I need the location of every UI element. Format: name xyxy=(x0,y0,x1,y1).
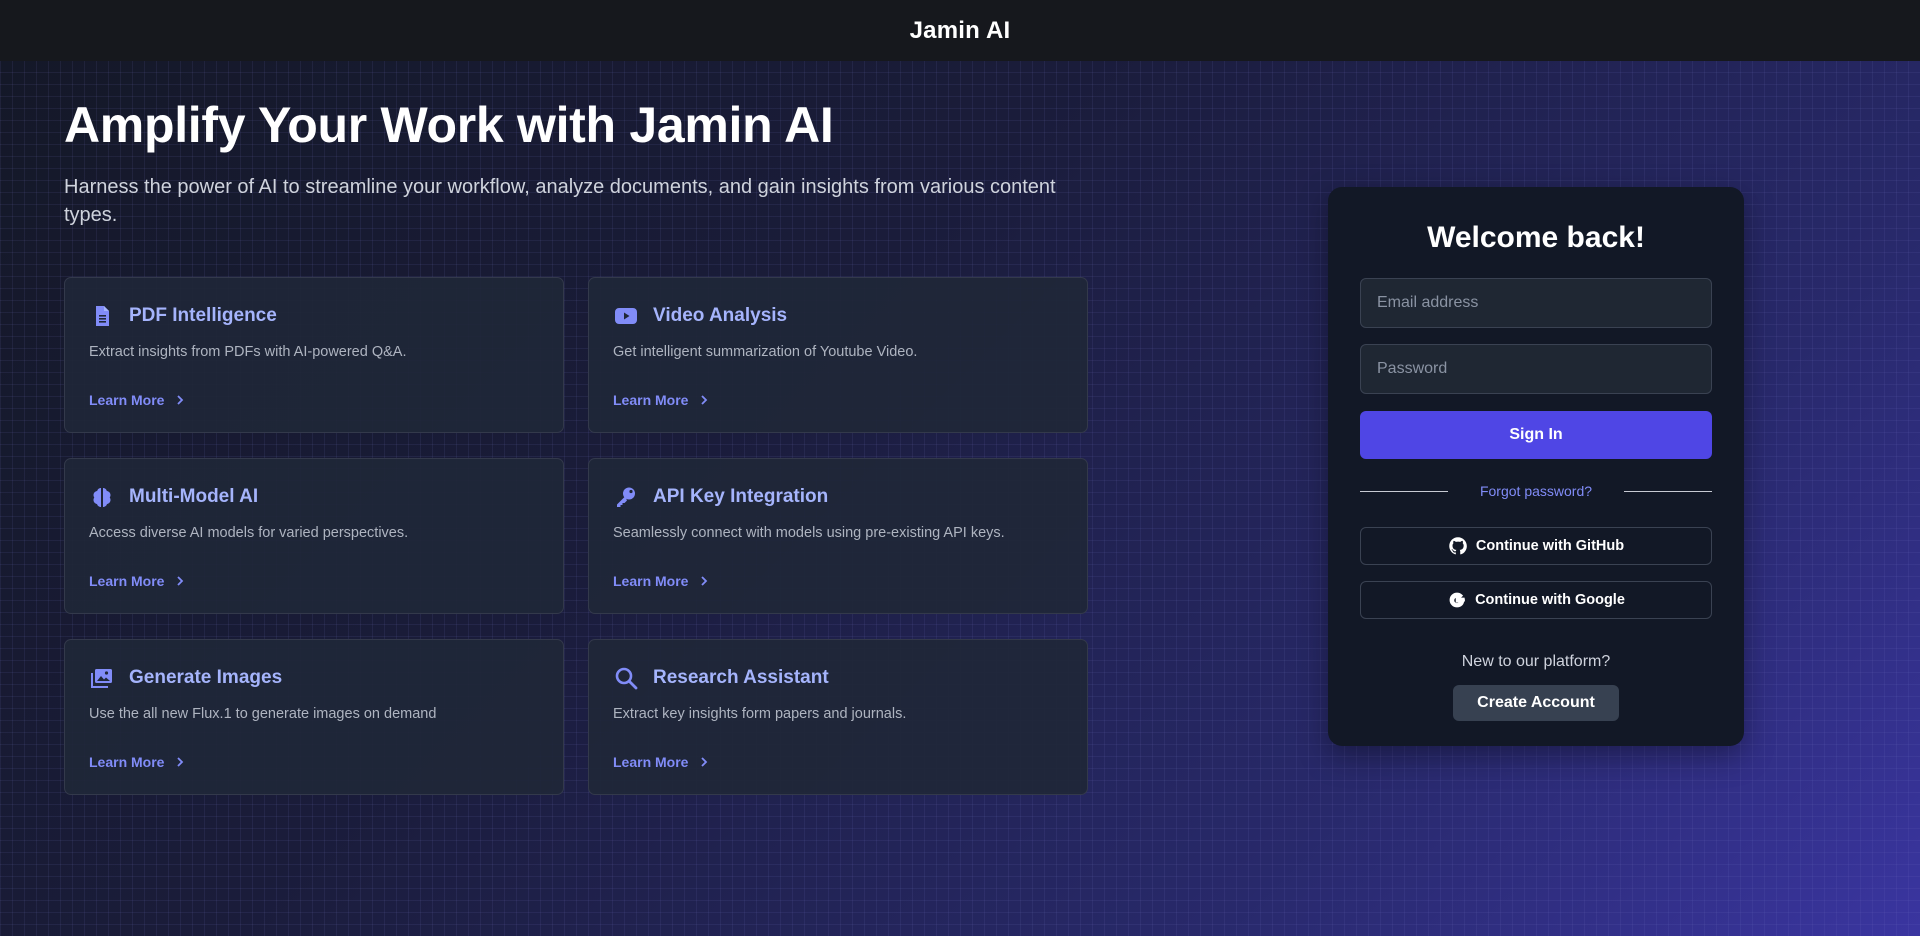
learn-more-link[interactable]: Learn More xyxy=(89,573,186,589)
sign-in-button[interactable]: Sign In xyxy=(1360,411,1712,459)
feature-card-api-key-integration: API Key Integration Seamlessly connect w… xyxy=(588,458,1088,614)
google-icon xyxy=(1449,592,1465,608)
learn-more-link[interactable]: Learn More xyxy=(613,392,710,408)
hero-title: Amplify Your Work with Jamin AI xyxy=(64,97,834,153)
feature-card-research-assistant: Research Assistant Extract key insights … xyxy=(588,639,1088,795)
chevron-right-icon xyxy=(701,576,708,586)
learn-more-label: Learn More xyxy=(613,392,689,408)
chevron-right-icon xyxy=(177,757,184,767)
learn-more-label: Learn More xyxy=(613,754,689,770)
chevron-right-icon xyxy=(177,395,184,405)
feature-description: Extract insights from PDFs with AI-power… xyxy=(89,344,407,360)
learn-more-link[interactable]: Learn More xyxy=(613,754,710,770)
key-icon xyxy=(613,484,639,510)
youtube-icon xyxy=(613,303,639,329)
top-bar: Jamin AI xyxy=(0,0,1920,61)
learn-more-label: Learn More xyxy=(89,754,165,770)
feature-title: API Key Integration xyxy=(653,486,829,507)
login-panel: Welcome back! Sign In Forgot password? C… xyxy=(1328,187,1744,746)
chevron-right-icon xyxy=(177,576,184,586)
document-icon xyxy=(89,303,115,329)
feature-card-video-analysis: Video Analysis Get intelligent summariza… xyxy=(588,277,1088,433)
feature-title: Research Assistant xyxy=(653,667,829,688)
google-login-button[interactable]: Continue with Google xyxy=(1360,581,1712,619)
feature-description: Get intelligent summarization of Youtube… xyxy=(613,344,918,360)
new-user-prompt: New to our platform? xyxy=(1461,653,1611,670)
feature-description: Access diverse AI models for varied pers… xyxy=(89,525,409,541)
feature-card-generate-images: Generate Images Use the all new Flux.1 t… xyxy=(64,639,564,795)
divider-line-left xyxy=(1360,491,1448,492)
feature-title: PDF Intelligence xyxy=(129,305,277,326)
chevron-right-icon xyxy=(701,757,708,767)
feature-description: Extract key insights form papers and jou… xyxy=(613,706,907,722)
github-icon xyxy=(1449,537,1467,555)
password-field[interactable] xyxy=(1360,344,1712,394)
github-login-label: Continue with GitHub xyxy=(1475,538,1625,554)
feature-description: Use the all new Flux.1 to generate image… xyxy=(89,706,437,722)
chevron-right-icon xyxy=(701,395,708,405)
feature-title: Video Analysis xyxy=(653,305,788,326)
images-icon xyxy=(89,665,115,691)
learn-more-link[interactable]: Learn More xyxy=(89,392,186,408)
learn-more-label: Learn More xyxy=(613,573,689,589)
feature-card-pdf-intelligence: PDF Intelligence Extract insights from P… xyxy=(64,277,564,433)
github-login-button[interactable]: Continue with GitHub xyxy=(1360,527,1712,565)
google-login-label: Continue with Google xyxy=(1475,592,1625,608)
hero-subtitle: Harness the power of AI to streamline yo… xyxy=(64,176,1056,226)
create-account-button[interactable]: Create Account xyxy=(1453,685,1619,721)
learn-more-label: Learn More xyxy=(89,392,165,408)
feature-title: Generate Images xyxy=(129,667,283,688)
search-icon xyxy=(613,665,639,691)
feature-description: Seamlessly connect with models using pre… xyxy=(613,525,1005,541)
forgot-password-link[interactable]: Forgot password? xyxy=(1448,483,1624,499)
features-grid: PDF Intelligence Extract insights from P… xyxy=(64,277,1088,795)
divider-line-right xyxy=(1624,491,1712,492)
feature-title: Multi-Model AI xyxy=(129,486,259,507)
learn-more-label: Learn More xyxy=(89,573,165,589)
feature-card-multi-model-ai: Multi-Model AI Access diverse AI models … xyxy=(64,458,564,614)
brain-icon xyxy=(89,484,115,510)
learn-more-link[interactable]: Learn More xyxy=(613,573,710,589)
learn-more-link[interactable]: Learn More xyxy=(89,754,186,770)
brand-name[interactable]: Jamin AI xyxy=(910,17,1011,45)
email-field[interactable] xyxy=(1360,278,1712,328)
login-title: Welcome back! xyxy=(1427,221,1645,254)
